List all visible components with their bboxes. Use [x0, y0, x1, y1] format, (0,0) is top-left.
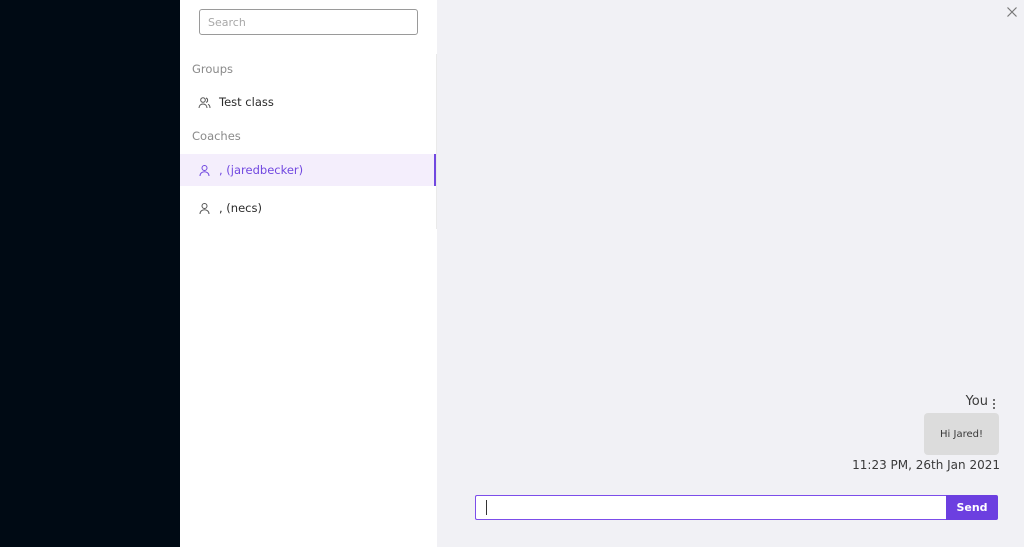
text-caret [486, 500, 487, 515]
sidebar-item-label: , (jaredbecker) [219, 163, 304, 177]
message-sender: You [965, 394, 988, 409]
message-text: Hi Jared! [940, 428, 983, 440]
message-timestamp: 11:23 PM, 26th Jan 2021 [852, 458, 1000, 472]
coaches-section-title: Coaches [192, 129, 241, 143]
search-input[interactable] [199, 9, 418, 35]
sidebar-item-test-class[interactable]: Test class [180, 86, 437, 118]
send-button[interactable]: Send [946, 495, 998, 520]
contacts-sidebar: Groups Test class Coaches , (jaredbecker… [180, 0, 437, 547]
group-icon [198, 96, 211, 109]
sidebar-item-necs[interactable]: , (necs) [180, 192, 437, 224]
close-icon[interactable] [1004, 4, 1020, 20]
sidebar-item-label: Test class [219, 95, 274, 109]
sidebar-item-jaredbecker[interactable]: , (jaredbecker) [180, 154, 437, 186]
dark-backdrop [0, 0, 180, 547]
message-input[interactable] [475, 495, 946, 520]
message-bubble: Hi Jared! [924, 413, 999, 455]
user-icon [198, 164, 211, 177]
chat-panel: You Hi Jared! 11:23 PM, 26th Jan 2021 Se… [437, 0, 1024, 547]
user-icon [198, 202, 211, 215]
sidebar-item-label: , (necs) [219, 201, 262, 215]
more-options-icon[interactable] [992, 396, 996, 410]
groups-section-title: Groups [192, 62, 234, 76]
